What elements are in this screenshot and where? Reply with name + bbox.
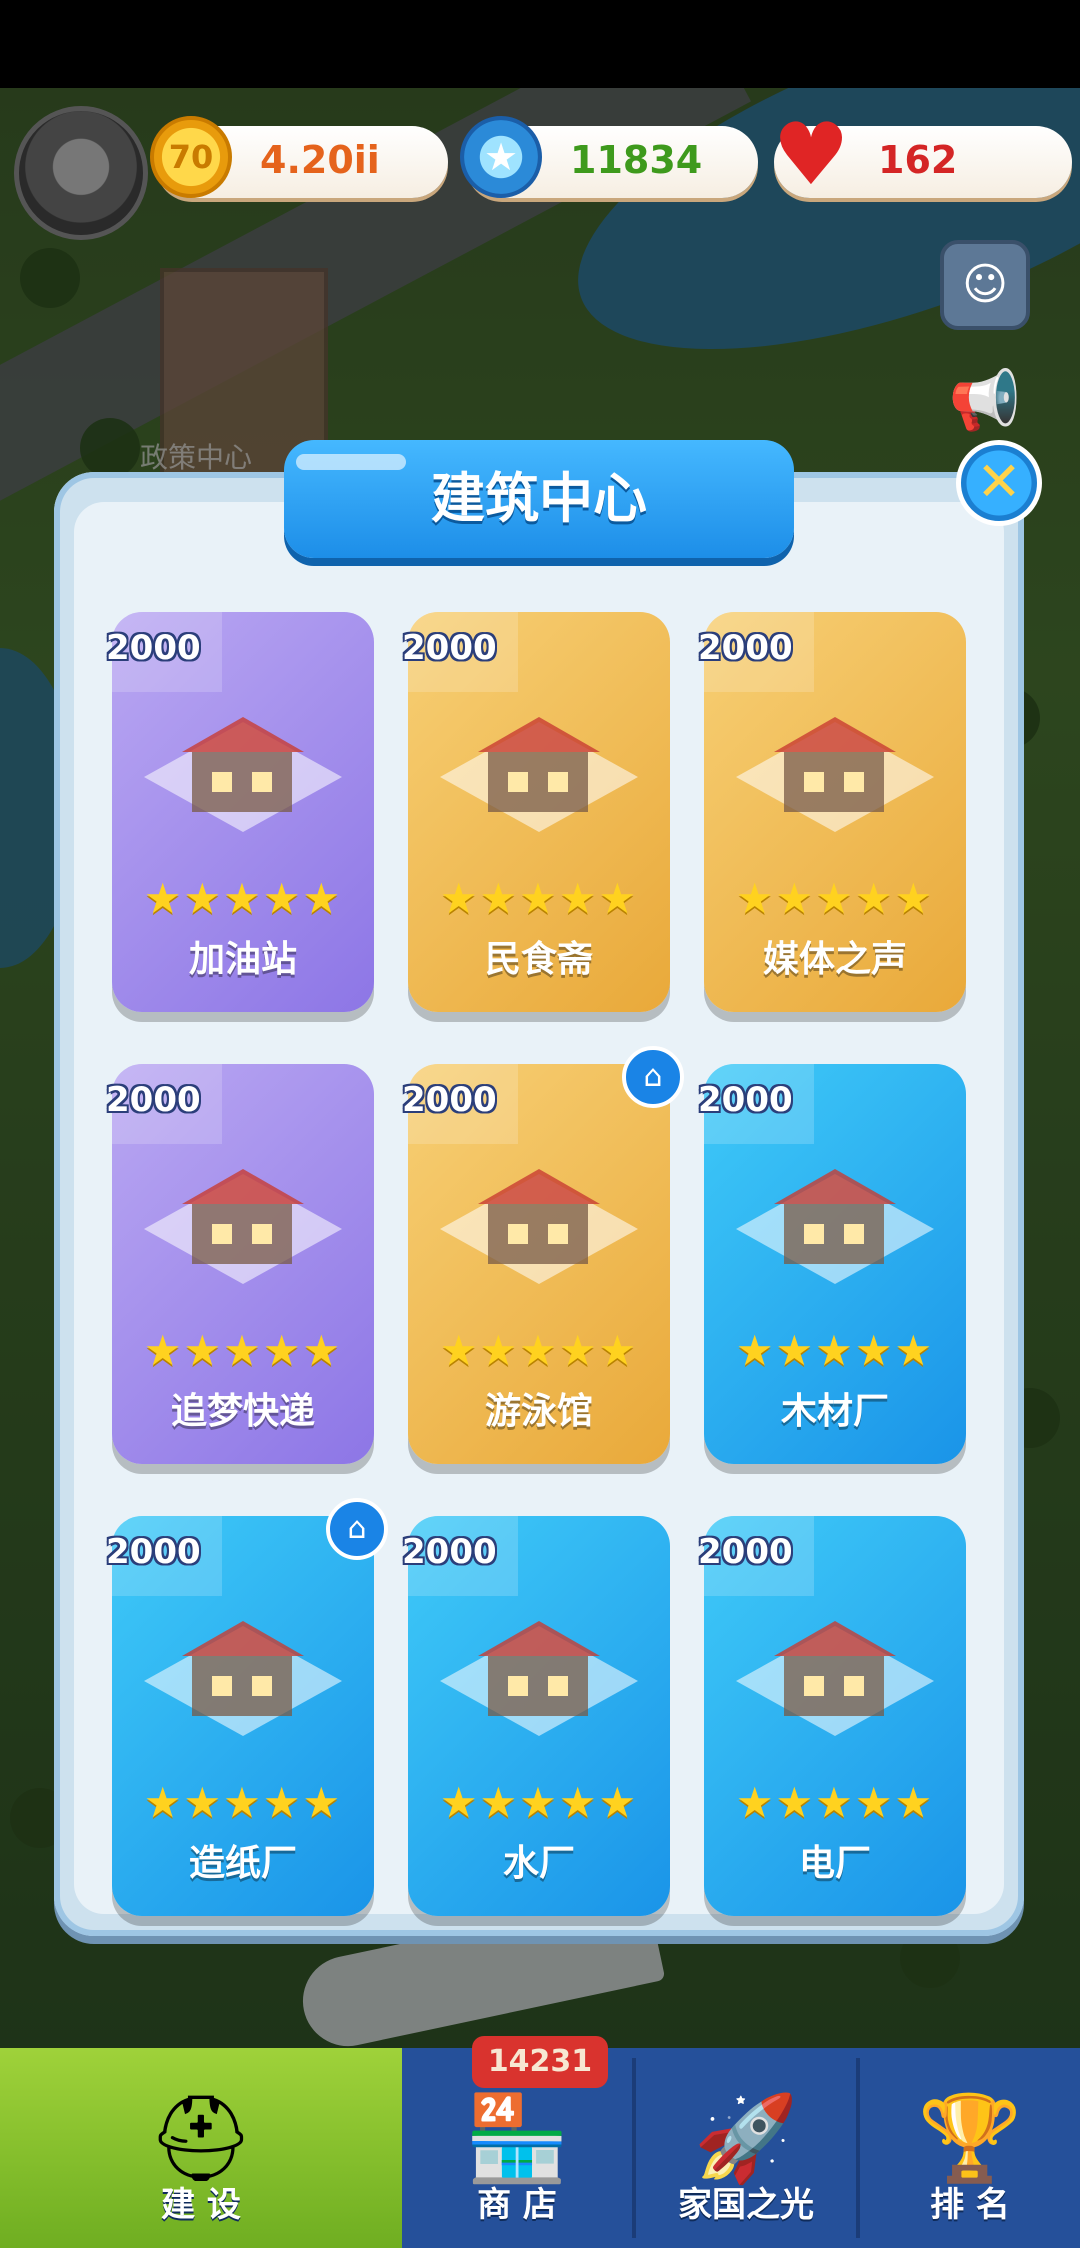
nav-shop-label: 商 店: [477, 2185, 557, 2225]
heart-icon: ♥: [772, 105, 850, 205]
card-price: 2000: [698, 1532, 793, 1572]
card-price: 2000: [698, 1080, 793, 1120]
star-rating: ★★★★★: [735, 1778, 935, 1827]
coin-value: 4.20ii: [260, 138, 380, 182]
nav-rank-label: 排 名: [930, 2185, 1010, 2225]
gem-counter[interactable]: ★ 11834: [460, 116, 758, 198]
card-building-name: 水厂: [502, 1843, 575, 1884]
home-icon: ⌂: [326, 1498, 388, 1560]
rocket-icon: 🚀: [693, 2089, 799, 2187]
building-card[interactable]: 2000 ★★★★★ 游泳馆 ⌂: [402, 1046, 684, 1464]
heart-value: 162: [878, 138, 958, 182]
coin-counter[interactable]: 70 4.20ii: [150, 116, 448, 198]
star-rating: ★★★★★: [143, 874, 343, 923]
card-price: 2000: [402, 1080, 497, 1120]
star-rating: ★★★★★: [439, 1778, 639, 1827]
ribbon-shine: [296, 454, 406, 470]
building-card[interactable]: 2000 ★★★★★ 造纸厂 ⌂: [106, 1498, 388, 1916]
nav-build-label: 建 设: [161, 2185, 241, 2225]
card-price: 2000: [698, 628, 793, 668]
shop-icon: 🏪: [464, 2089, 570, 2187]
modal-title: 建筑中心: [284, 440, 794, 558]
status-bar: [0, 0, 1080, 88]
building-illustration: [428, 1596, 650, 1766]
card-building-name: 木材厂: [780, 1391, 889, 1432]
card-price: 2000: [402, 1532, 497, 1572]
star-rating: ★★★★★: [143, 1778, 343, 1827]
nav-build[interactable]: ⛑ 建 设: [0, 2048, 402, 2248]
card-price: 2000: [106, 1532, 201, 1572]
card-price: 2000: [106, 628, 201, 668]
nav-rank[interactable]: 🏆 排 名: [860, 2048, 1080, 2248]
card-building-name: 电厂: [798, 1843, 871, 1884]
friends-button[interactable]: ☺: [940, 240, 1030, 330]
nav-home-light-label: 家国之光: [678, 2185, 814, 2225]
building-illustration: [132, 692, 354, 862]
card-price: 2000: [106, 1080, 201, 1120]
coin-icon: 70: [150, 116, 232, 198]
building-illustration: [724, 1144, 946, 1314]
star-gem-icon: ★: [460, 116, 542, 198]
card-building-name: 追梦快递: [170, 1391, 315, 1432]
building-card[interactable]: 2000 ★★★★★ 媒体之声: [698, 612, 966, 1012]
home-icon: ⌂: [622, 1046, 684, 1108]
star-rating: ★★★★★: [439, 874, 639, 923]
building-card[interactable]: 2000 ★★★★★ 民食斋: [402, 612, 670, 1012]
friends-icon: ☺: [962, 259, 1008, 310]
building-illustration: [132, 1596, 354, 1766]
building-card[interactable]: 2000 ★★★★★ 追梦快递: [106, 1064, 374, 1464]
building-card[interactable]: 2000 ★★★★★ 加油站: [106, 612, 374, 1012]
star-rating: ★★★★★: [439, 1326, 639, 1375]
hardhat-icon: ⛑: [147, 2089, 255, 2187]
building-illustration: [428, 692, 650, 862]
building-card[interactable]: 2000 ★★★★★ 木材厂: [698, 1064, 966, 1464]
modal-title-text: 建筑中心: [431, 467, 647, 530]
card-building-name: 游泳馆: [484, 1391, 593, 1432]
card-building-name: 加油站: [188, 939, 297, 980]
card-building-name: 媒体之声: [762, 939, 907, 980]
ranking-icon: 🏆: [917, 2089, 1023, 2187]
card-building-name: 造纸厂: [188, 1843, 297, 1884]
player-avatar[interactable]: [14, 106, 148, 240]
building-illustration: [724, 692, 946, 862]
card-building-name: 民食斋: [484, 939, 593, 980]
building-illustration: [132, 1144, 354, 1314]
card-price: 2000: [402, 628, 497, 668]
star-rating: ★★★★★: [735, 1326, 935, 1375]
building-illustration: [724, 1596, 946, 1766]
close-button[interactable]: ✕: [956, 440, 1042, 526]
building-illustration: [428, 1144, 650, 1314]
shop-badge: 14231: [472, 2036, 608, 2088]
building-card[interactable]: 2000 ★★★★★ 水厂: [402, 1516, 670, 1916]
announcement-icon[interactable]: 📢: [940, 360, 1030, 440]
building-card[interactable]: 2000 ★★★★★ 电厂: [698, 1516, 966, 1916]
gem-value: 11834: [570, 138, 703, 182]
heart-counter[interactable]: ♥ 162: [772, 112, 1072, 198]
star-rating: ★★★★★: [143, 1326, 343, 1375]
nav-home-light[interactable]: 🚀 家国之光: [636, 2048, 856, 2248]
star-rating: ★★★★★: [735, 874, 935, 923]
